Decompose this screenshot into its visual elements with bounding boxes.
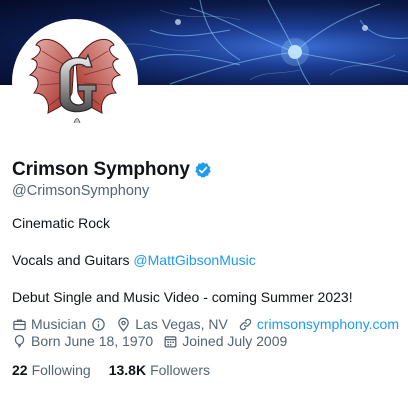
meta-location: Las Vegas, NV xyxy=(116,316,228,332)
followers-label: Followers xyxy=(150,362,210,378)
location-pin-icon xyxy=(118,317,130,332)
info-icon[interactable] xyxy=(91,317,106,332)
meta-category-label: Musician xyxy=(31,316,87,332)
bio-line-genre: Cinematic Rock xyxy=(12,215,111,231)
profile-handle: @CrimsonSymphony xyxy=(12,183,150,199)
calendar-icon xyxy=(164,335,177,347)
meta-birthday: Born June 18, 1970 xyxy=(12,333,153,349)
balloon-icon xyxy=(14,334,25,348)
meta-category: Musician xyxy=(12,316,106,332)
profile-meta-row-1: Musician Las Vegas, NV crimsonsymphony.c… xyxy=(12,316,408,332)
meta-joined-label: Joined July 2009 xyxy=(182,333,288,349)
verified-badge-icon[interactable] xyxy=(194,161,212,179)
meta-joined: Joined July 2009 xyxy=(163,333,287,349)
briefcase-icon xyxy=(13,319,26,330)
bio-line-announcement: Debut Single and Music Video - coming Su… xyxy=(12,289,353,305)
followers-link[interactable]: 13.8K Followers xyxy=(109,362,210,378)
bio-line-members: Vocals and Guitars @MattGibsonMusic xyxy=(12,252,256,268)
followers-count: 13.8K xyxy=(108,362,147,378)
bio-mention-link[interactable]: @MattGibsonMusic xyxy=(133,252,255,268)
profile-avatar[interactable] xyxy=(12,19,138,145)
follow-stats: 22 Following 13.8K Followers xyxy=(12,362,228,378)
link-icon xyxy=(239,318,252,330)
avatar-image xyxy=(16,23,134,141)
following-label: Following xyxy=(31,362,91,378)
gothic-g-wings-logo-icon xyxy=(28,38,122,124)
meta-birthday-label: Born June 18, 1970 xyxy=(31,333,154,349)
following-link[interactable]: 22 Following xyxy=(12,362,91,378)
bio-text: Vocals and Guitars xyxy=(12,252,134,268)
following-count: 22 xyxy=(12,362,28,378)
profile-name-row: Crimson Symphony xyxy=(12,159,212,181)
meta-website-link[interactable]: crimsonsymphony.com xyxy=(257,316,399,332)
meta-location-label: Las Vegas, NV xyxy=(135,316,228,332)
meta-website[interactable]: crimsonsymphony.com xyxy=(238,316,399,332)
profile-name: Crimson Symphony xyxy=(12,159,190,180)
profile-meta-row-2: Born June 18, 1970 Joined July 2009 xyxy=(12,333,297,349)
